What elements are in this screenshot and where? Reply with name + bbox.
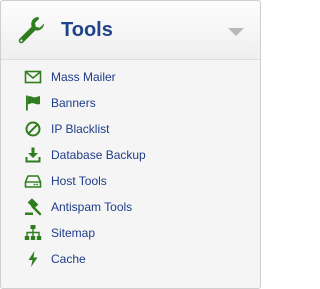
sitemap-icon (24, 224, 42, 242)
menu-item-database-backup[interactable]: Database Backup (1, 143, 260, 169)
menu-item-mass-mailer[interactable]: Mass Mailer (1, 65, 260, 91)
tools-panel: Tools Mass Mailer Banners IP Blacklist D… (0, 0, 261, 289)
flag-icon (24, 94, 42, 112)
menu-item-label: Banners (51, 96, 96, 110)
bolt-icon (24, 250, 42, 268)
hdd-icon (24, 172, 42, 190)
menu-item-banners[interactable]: Banners (1, 91, 260, 117)
menu-item-label: Host Tools (51, 174, 107, 188)
menu-item-label: Mass Mailer (51, 70, 116, 84)
menu-item-sitemap[interactable]: Sitemap (1, 221, 260, 247)
menu-item-label: Cache (51, 252, 86, 266)
envelope-icon (24, 68, 42, 86)
menu-item-ip-blacklist[interactable]: IP Blacklist (1, 117, 260, 143)
panel-title: Tools (61, 19, 113, 41)
menu-item-label: Antispam Tools (51, 200, 133, 214)
chevron-down-icon[interactable] (227, 25, 245, 37)
ban-icon (24, 120, 42, 138)
menu-item-cache[interactable]: Cache (1, 247, 260, 273)
panel-header[interactable]: Tools (1, 1, 260, 60)
menu-item-label: IP Blacklist (51, 122, 110, 136)
menu-item-host-tools[interactable]: Host Tools (1, 169, 260, 195)
menu-item-antispam-tools[interactable]: Antispam Tools (1, 195, 260, 221)
wrench-icon (15, 14, 47, 46)
download-icon (24, 146, 42, 164)
menu-item-label: Database Backup (51, 148, 146, 162)
gavel-icon (24, 198, 42, 216)
menu-item-label: Sitemap (51, 226, 96, 240)
